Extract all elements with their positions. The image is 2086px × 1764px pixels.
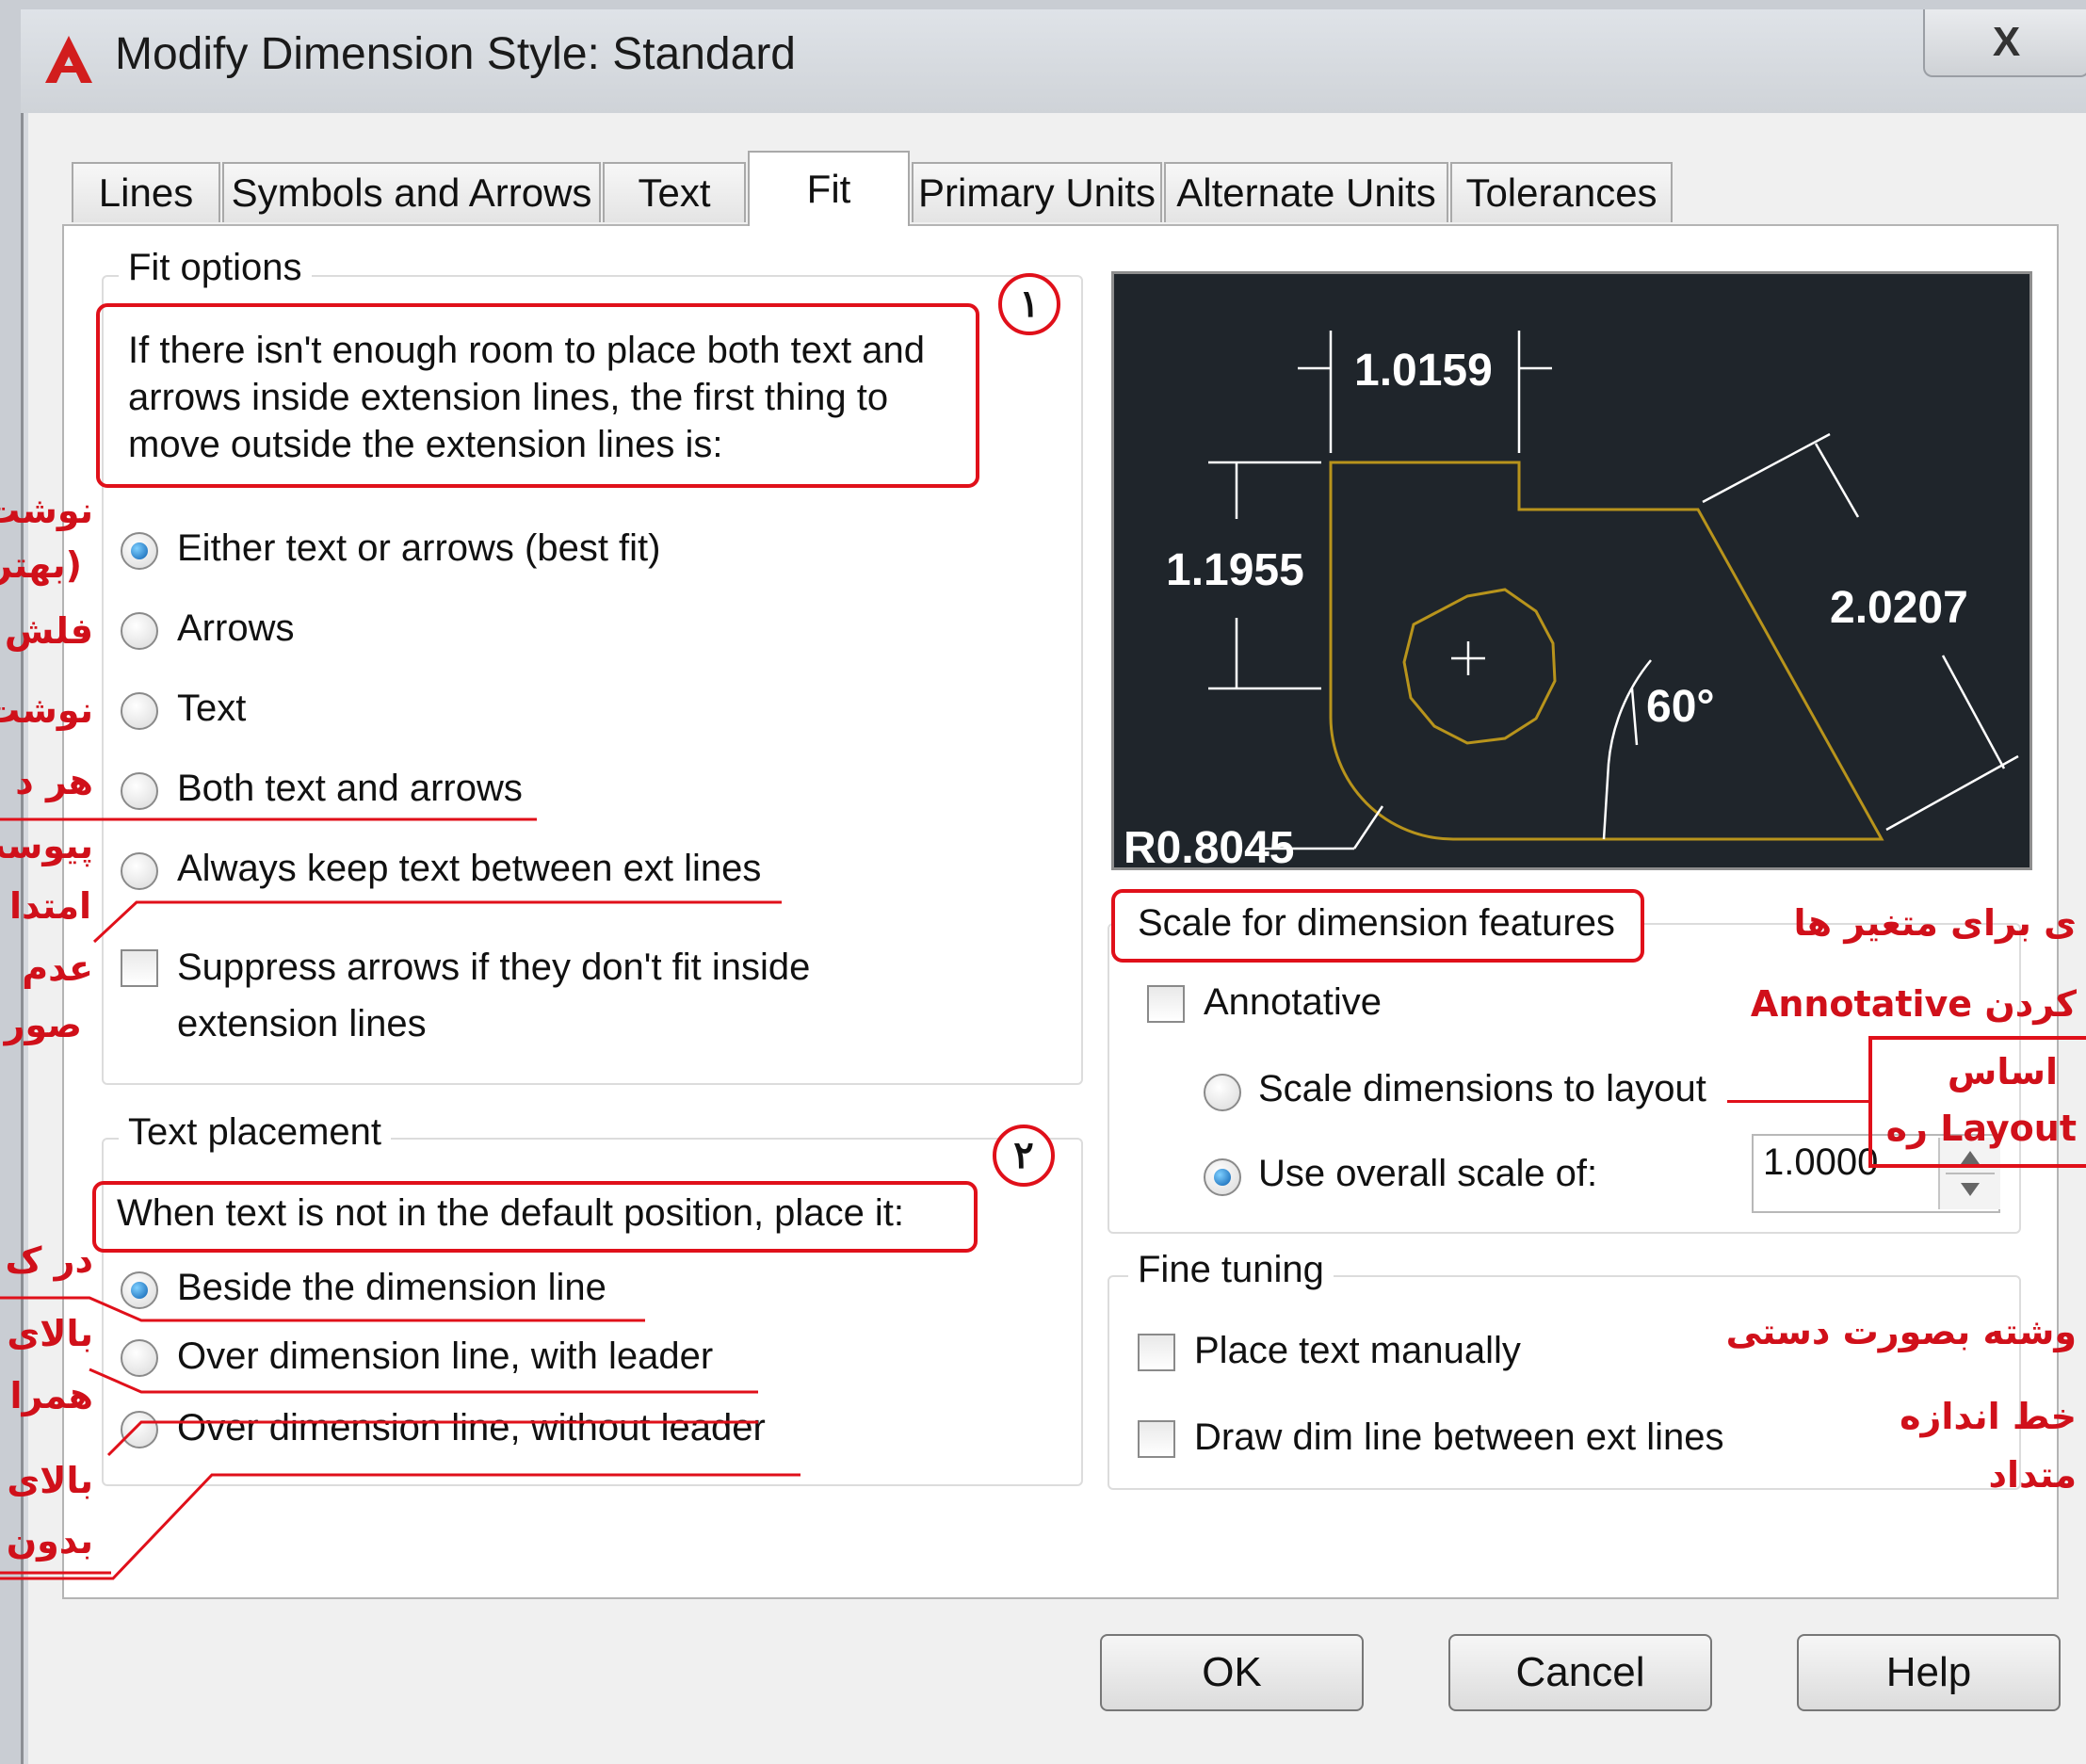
preview-drawing: 1.0159 1.1955 2.0207 60° R0.8045 [1124, 331, 2019, 873]
preview-radius: R0.8045 [1124, 823, 1294, 867]
annotative-label: Annotative [1204, 981, 1383, 1023]
tab-fit[interactable]: Fit [748, 151, 910, 226]
annotation-marker-1: ۱ [998, 273, 1060, 335]
ok-button[interactable]: OK [1100, 1634, 1364, 1711]
checkbox-place-text-manually[interactable] [1138, 1334, 1175, 1371]
scale-legend: Scale for dimension features [1138, 902, 1615, 944]
preview-dim-right: 2.0207 [1830, 583, 1968, 633]
annotation-marker-2: ۲ [993, 1125, 1055, 1187]
close-button[interactable]: X [1923, 9, 2086, 77]
checkbox-annotative[interactable] [1147, 985, 1185, 1023]
annotation-right-manual: وشته بصورت دستی [1725, 1311, 2077, 1352]
preview-angle: 60° [1646, 682, 1715, 732]
left-leader-lines [0, 817, 800, 1580]
annotation-right-layout-line1: اساس [1947, 1051, 2058, 1092]
annotation-right-layout-line2: Layout ره [1885, 1108, 2077, 1149]
use-overall-scale-label: Use overall scale of: [1258, 1153, 1598, 1194]
tab-tolerances[interactable]: Tolerances [1450, 162, 1673, 222]
radio-use-overall-scale[interactable] [1204, 1158, 1241, 1196]
tab-primary-units[interactable]: Primary Units [912, 162, 1162, 222]
tab-alternate-units[interactable]: Alternate Units [1164, 162, 1448, 222]
annotation-right-annotative: کردن Annotative [1750, 983, 2077, 1025]
fine-tuning-legend: Fine tuning [1128, 1249, 1334, 1291]
annotation-right-draw-line1: خط اندازه [1900, 1396, 2077, 1437]
help-button[interactable]: Help [1797, 1634, 2061, 1711]
annotation-right-scale-vars: ی برای متغیر ها [1793, 902, 2077, 944]
preview-dim-left: 1.1955 [1166, 545, 1304, 595]
checkbox-draw-dim-line[interactable] [1138, 1420, 1175, 1458]
preview-dim-top: 1.0159 [1354, 346, 1493, 396]
place-text-manually-label: Place text manually [1194, 1330, 1521, 1371]
cancel-button[interactable]: Cancel [1448, 1634, 1712, 1711]
scale-to-layout-label: Scale dimensions to layout [1258, 1068, 1706, 1109]
draw-dim-line-label: Draw dim line between ext lines [1194, 1416, 1724, 1458]
preview-circle [1402, 588, 1557, 745]
close-icon: X [1992, 19, 2021, 65]
annotation-right-layout-leader [1727, 1100, 1868, 1103]
annotation-right-draw-line2: متداد [1988, 1454, 2077, 1496]
dimension-preview: 1.0159 1.1955 2.0207 60° R0.8045 [1111, 271, 2032, 873]
radio-scale-to-layout[interactable] [1204, 1074, 1241, 1111]
